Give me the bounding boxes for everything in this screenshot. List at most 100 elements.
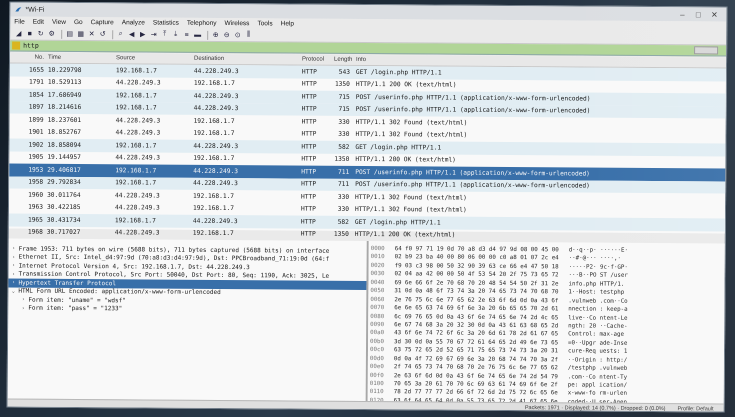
last-packet-icon[interactable]: ⤓ — [171, 30, 180, 39]
packet-info: POST /userinfo.php HTTP/1.1 (application… — [355, 181, 590, 190]
menu-capture[interactable]: Capture — [91, 19, 114, 26]
packet-protocol: HTTP — [300, 218, 316, 226]
menu-edit[interactable]: Edit — [33, 19, 44, 26]
collapsed-arrow-icon[interactable]: › — [9, 246, 19, 252]
collapsed-arrow-icon[interactable]: › — [18, 297, 28, 303]
zoom-in-icon[interactable]: ⊕ — [211, 30, 220, 39]
packet-length: 711 — [338, 168, 350, 176]
bytes-line[interactable]: 00b0 — [370, 338, 390, 347]
packet-time: 18.852767 — [47, 129, 82, 137]
packet-source: 192.168.1.7 — [115, 91, 157, 100]
bytes-line[interactable]: 00d0 — [370, 355, 390, 364]
go-forward-icon[interactable]: ▶ — [138, 30, 147, 39]
expanded-arrow-icon[interactable]: ⌄ — [8, 288, 18, 294]
menu-analyze[interactable]: Analyze — [122, 19, 145, 26]
menu-tools[interactable]: Tools — [257, 20, 272, 27]
zoom-out-icon[interactable]: ⊖ — [222, 30, 231, 39]
bytes-line[interactable]: 0110 — [370, 388, 390, 397]
menu-file[interactable]: File — [14, 19, 25, 26]
bytes-line[interactable]: 00e0 — [370, 363, 390, 372]
packet-no: 1968 — [27, 228, 43, 236]
packet-source: 192.168.1.7 — [115, 166, 157, 175]
resize-columns-icon[interactable]: ⫼ — [244, 31, 253, 40]
packet-time: 19.144957 — [47, 154, 81, 162]
find-packet-icon[interactable]: ⌕ — [116, 30, 125, 39]
detail-text: Form item: "uname" = "wdsf" — [28, 296, 126, 305]
menu-statistics[interactable]: Statistics — [153, 20, 179, 27]
close-button[interactable]: ✕ — [706, 10, 722, 19]
bytes-line[interactable]: 0000 — [371, 245, 391, 254]
bytes-line[interactable]: 0060 — [370, 296, 390, 305]
menu-view[interactable]: View — [52, 19, 66, 26]
zoom-reset-icon[interactable]: ⊙ — [233, 31, 242, 40]
packet-destination: 44.228.249.3 — [193, 92, 239, 100]
packet-length: 330 — [338, 118, 350, 126]
bytes-line[interactable]: 0090 — [370, 321, 390, 330]
bytes-line[interactable]: 0100 — [370, 380, 390, 389]
packet-time: 30.422185 — [46, 204, 81, 212]
go-to-packet-icon[interactable]: ⇥ — [149, 30, 158, 39]
bytes-line[interactable]: 0080 — [370, 313, 390, 322]
minimize-button[interactable]: – — [674, 10, 690, 19]
bytes-line[interactable]: 0040 — [370, 279, 390, 288]
bytes-line[interactable]: 0030 — [370, 270, 390, 279]
detail-text: Hypertext Transfer Protocol — [18, 279, 117, 287]
filter-apply-buttons[interactable] — [694, 46, 719, 55]
bytes-line[interactable]: 00a0 — [370, 329, 390, 338]
packet-destination: 192.168.1.7 — [193, 117, 235, 125]
packet-length: 543 — [338, 68, 350, 76]
bytes-line[interactable]: 0020 — [371, 262, 391, 271]
packet-destination: 44.228.249.3 — [193, 105, 239, 113]
col-source[interactable]: Source — [108, 55, 194, 62]
collapsed-arrow-icon[interactable]: › — [8, 280, 18, 286]
bytes-line[interactable]: 00f0 — [370, 372, 390, 381]
start-capture-icon[interactable]: ◢ — [14, 29, 23, 38]
autoscroll-icon[interactable]: ≡ — [182, 30, 191, 39]
maximize-button[interactable]: □ — [690, 10, 706, 19]
restart-capture-icon[interactable]: ↻ — [36, 29, 45, 38]
colorize-icon[interactable]: ▬ — [193, 30, 202, 39]
packet-no: 1901 — [28, 128, 44, 136]
col-destination[interactable]: Destination — [194, 56, 302, 63]
go-back-icon[interactable]: ◀ — [127, 30, 136, 39]
packet-no: 1965 — [27, 216, 43, 224]
bookmark-icon[interactable] — [12, 41, 21, 50]
collapsed-arrow-icon[interactable]: › — [9, 254, 19, 260]
packet-no: 1655 — [29, 66, 44, 74]
stop-capture-icon[interactable]: ■ — [25, 29, 34, 38]
collapsed-arrow-icon[interactable]: › — [9, 263, 19, 269]
bytes-line[interactable]: 0050 — [370, 287, 390, 296]
reload-file-icon[interactable]: ↺ — [98, 30, 107, 39]
packet-protocol: HTTP — [301, 118, 317, 126]
col-protocol[interactable]: Protocol — [302, 57, 334, 63]
packet-time: 18.214616 — [47, 104, 82, 112]
first-packet-icon[interactable]: ⤒ — [160, 30, 169, 39]
open-file-icon[interactable]: ▤ — [65, 29, 74, 38]
packet-info: HTTP/1.1 302 Found (text/html) — [355, 193, 467, 202]
packet-destination: 44.228.249.3 — [193, 67, 239, 75]
close-file-icon[interactable]: ✕ — [87, 30, 96, 39]
collapsed-arrow-icon[interactable]: › — [9, 271, 19, 277]
col-time[interactable]: Time — [48, 55, 108, 61]
packet-length: 330 — [337, 206, 350, 214]
bytes-ascii: d··q··p· ······E· ··#·@··· ····,· ·····P2·… — [560, 246, 727, 403]
bytes-line[interactable]: 00c0 — [370, 346, 390, 355]
menu-wireless[interactable]: Wireless — [225, 20, 250, 27]
bytes-line[interactable]: 0070 — [370, 304, 390, 313]
menu-telephony[interactable]: Telephony — [187, 20, 217, 27]
toolbar-divider — [112, 29, 114, 39]
bytes-line[interactable]: 0010 — [371, 253, 391, 262]
packet-source: 192.168.1.7 — [114, 216, 156, 225]
packet-info: GET /login.php HTTP/1.1 — [355, 68, 442, 77]
packet-no: 1899 — [28, 116, 44, 124]
profile-status[interactable]: Profile: Default — [678, 406, 714, 412]
col-length[interactable]: Length — [334, 57, 356, 63]
capture-options-icon[interactable]: ⚙ — [47, 29, 56, 38]
detail-tree-item[interactable]: › Form item: "pass" = "1233" — [8, 304, 366, 315]
col-info[interactable]: Info — [356, 57, 727, 66]
menu-help[interactable]: Help — [281, 20, 294, 27]
menu-go[interactable]: Go — [74, 19, 83, 26]
save-file-icon[interactable]: ▦ — [76, 29, 85, 38]
col-no[interactable]: No. — [10, 55, 48, 61]
collapsed-arrow-icon[interactable]: › — [18, 305, 28, 311]
